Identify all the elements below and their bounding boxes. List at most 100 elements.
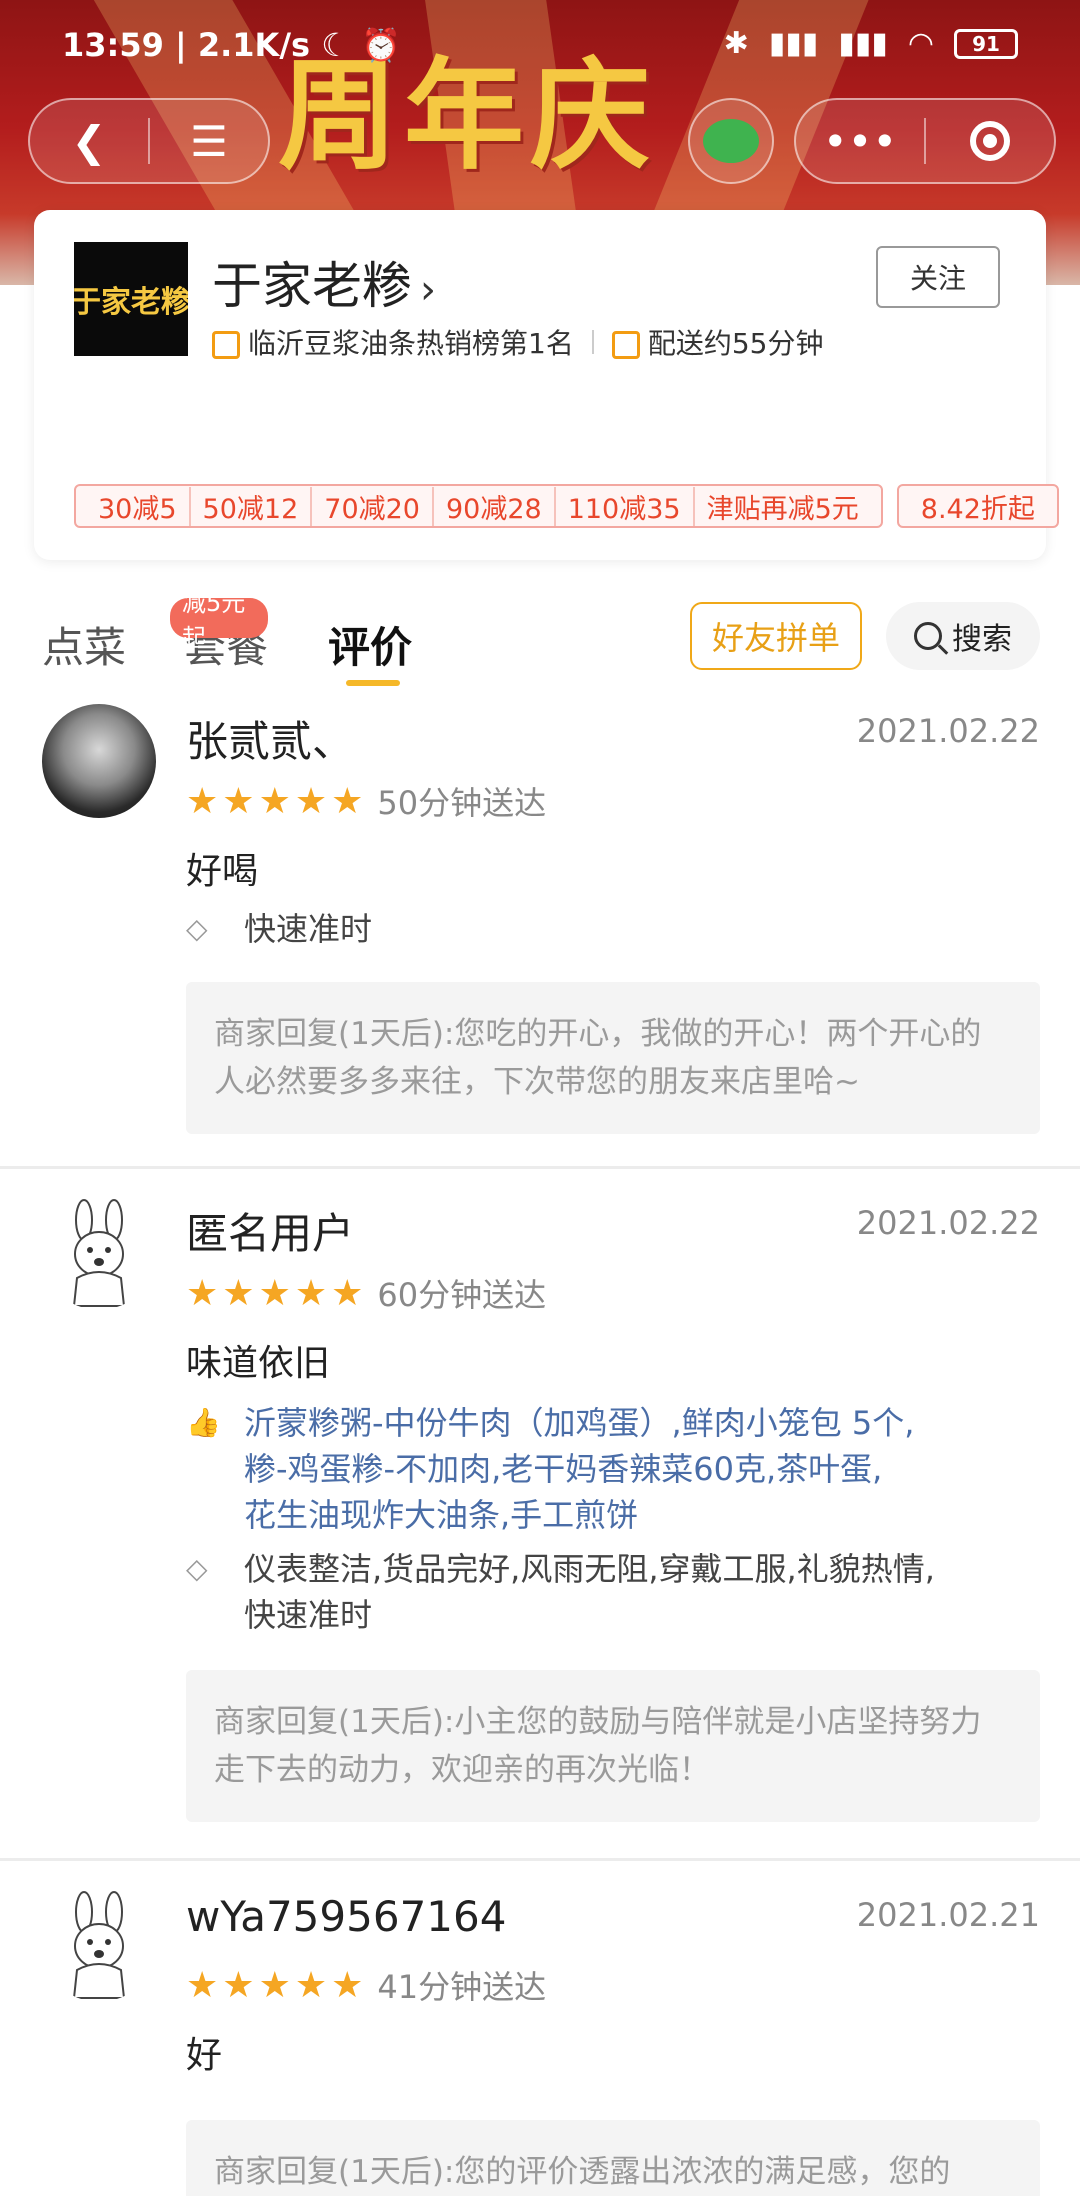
combo-discount-badge: 减5元起: [170, 589, 269, 652]
nav-capsule-left: ❮ ☰: [28, 98, 270, 184]
shop-name-link[interactable]: 于家老糁 ›: [212, 246, 436, 318]
star-icon: ★: [331, 1272, 364, 1314]
review-tags: ◇ 快速准时: [186, 906, 372, 952]
coupon-strip[interactable]: 30减5 50减12 70减20 90减28 110减35 津贴再减5元 8.4…: [74, 484, 1059, 528]
star-icon: ★: [222, 1964, 255, 2006]
star-icon: ★: [258, 1964, 291, 2006]
star-icon: ★: [186, 1964, 219, 2006]
search-button[interactable]: 搜索: [886, 602, 1040, 670]
coupon-item: 津贴再减5元: [706, 493, 859, 525]
rank-badge-icon: [212, 331, 240, 359]
review-username: wYa759567164: [186, 1892, 507, 1941]
coupon-item: 90减28: [434, 486, 556, 526]
search-icon: [914, 622, 942, 650]
battery-icon: 91: [954, 28, 1018, 59]
tag-icon: ◇: [186, 912, 208, 945]
close-miniapp-button[interactable]: [926, 100, 1054, 182]
kangaroo-avatar-icon: [72, 1199, 126, 1307]
divider: [0, 1858, 1080, 1861]
divider: [0, 1166, 1080, 1169]
tab-combo[interactable]: 套餐 减5元起: [170, 589, 269, 675]
avatar[interactable]: [42, 1888, 156, 2002]
target-icon: [969, 121, 1010, 161]
rating-stars: ★ ★ ★ ★ ★ 60分钟送达: [186, 1270, 546, 1316]
search-label: 搜索: [952, 622, 1012, 657]
review-date: 2021.02.22: [856, 1204, 1040, 1242]
status-time: 13:59 | 2.1K/s ☾ ⏰: [62, 26, 401, 64]
group-order-button[interactable]: 好友拼单: [690, 602, 862, 670]
rating-stars: ★ ★ ★ ★ ★ 50分钟送达: [186, 778, 546, 824]
more-button[interactable]: •••: [796, 100, 924, 182]
star-icon: ★: [186, 780, 219, 822]
clock-icon: [611, 331, 640, 359]
star-icon: ★: [258, 1272, 291, 1314]
shop-tabs: 点菜 套餐 减5元起 评价 好友拼单 搜索: [0, 589, 1080, 700]
ordered-dishes-text: 沂蒙糁粥-中份牛肉（加鸡蛋）,鲜肉小笼包 5个, 糁-鸡蛋糁-不加肉,老干妈香辣…: [244, 1404, 915, 1534]
back-arrow-icon: ❮: [71, 116, 107, 166]
delivery-time: 41分钟送达: [377, 1968, 547, 2006]
star-icon: ★: [222, 1272, 255, 1314]
review-username: 张贰贰、: [186, 717, 355, 766]
star-icon: ★: [294, 1272, 328, 1314]
coupon-item: 30减5: [86, 486, 191, 526]
review-tags-text: 快速准时: [244, 910, 373, 948]
tab-reviews[interactable]: 评价: [328, 614, 412, 675]
ordered-dishes: 👍 沂蒙糁粥-中份牛肉（加鸡蛋）,鲜肉小笼包 5个, 糁-鸡蛋糁-不加肉,老干妈…: [186, 1400, 914, 1538]
follow-button[interactable]: 关注: [876, 246, 1000, 308]
thumbs-up-icon: 👍: [186, 1406, 221, 1439]
review-date: 2021.02.22: [856, 712, 1040, 750]
chevron-right-icon: ›: [420, 267, 436, 313]
review-username: 匿名用户: [186, 1209, 355, 1258]
merchant-reply: 商家回复(1天后):您吃的开心，我做的开心！两个开心的人必然要多多来往，下次带您…: [186, 982, 1040, 1134]
tab-order[interactable]: 点菜: [42, 614, 126, 675]
status-bar: 13:59 | 2.1K/s ☾ ⏰ ✱ ▮▮▮ ▮▮▮ ◠ 91: [0, 0, 1080, 96]
status-icons: ✱ ▮▮▮ ▮▮▮ ◠ 91: [724, 26, 1018, 61]
star-icon: ★: [186, 1272, 219, 1314]
wechat-icon: [703, 119, 759, 163]
coupon-item: 70减20: [312, 486, 434, 526]
discount-group[interactable]: 8.42折起: [896, 484, 1059, 528]
avatar[interactable]: [42, 704, 156, 818]
signal-icon: ▮▮▮: [768, 26, 819, 61]
review-date: 2021.02.21: [856, 1896, 1040, 1934]
tab-active-indicator: [346, 680, 400, 686]
back-button[interactable]: ❮: [30, 100, 148, 182]
coupon-group[interactable]: 30减5 50减12 70减20 90减28 110减35 津贴再减5元: [74, 484, 883, 528]
star-icon: ★: [331, 1964, 364, 2006]
rating-stars: ★ ★ ★ ★ ★ 41分钟送达: [186, 1962, 546, 2008]
review-text: 味道依旧: [186, 1343, 331, 1384]
nav-capsule-right: •••: [794, 98, 1056, 184]
star-icon: ★: [331, 780, 364, 822]
tag-icon: ◇: [186, 1552, 208, 1585]
tag-divider: [591, 330, 594, 354]
rank-tag: 临沂豆浆油条热销榜第1名: [212, 322, 574, 362]
more-dots-icon: •••: [822, 116, 898, 166]
hamburger-icon: ☰: [190, 116, 228, 166]
review-text: 好: [186, 2035, 223, 2076]
review-item: 匿名用户 2021.02.22 ★ ★ ★ ★ ★ 60分钟送达 味道依旧 👍 沂蒙糁粥…: [0, 1196, 1080, 1822]
star-icon: ★: [294, 1964, 328, 2006]
review-item: 张贰贰、 2021.02.22 ★ ★ ★ ★ ★ 50分钟送达 好喝 ◇ 快速准时 商…: [0, 704, 1080, 1134]
review-tags: ◇ 仪表整洁,货品完好,风雨无阻,穿戴工服,礼貌热情, 快速准时: [186, 1546, 935, 1638]
wifi-icon: ◠: [907, 26, 934, 61]
coupon-item: 110减35: [556, 486, 695, 526]
star-icon: ★: [294, 780, 328, 822]
coupon-item: 50减12: [191, 486, 313, 526]
shop-name: 于家老糁: [212, 257, 412, 315]
merchant-reply: 商家回复(1天后):您的评价透露出浓浓的满足感，您的: [186, 2120, 1040, 2196]
wechat-share-button[interactable]: [688, 98, 774, 184]
review-text: 好喝: [186, 851, 259, 892]
delivery-time: 60分钟送达: [377, 1276, 547, 1314]
shop-tags: 临沂豆浆油条热销榜第1名 配送约55分钟: [212, 322, 823, 362]
bluetooth-icon: ✱: [723, 26, 749, 61]
kangaroo-avatar-icon: [72, 1891, 126, 1999]
shop-logo[interactable]: 于家老糁: [74, 242, 188, 356]
menu-button[interactable]: ☰: [150, 100, 268, 182]
merchant-reply: 商家回复(1天后):小主您的鼓励与陪伴就是小店坚持努力走下去的动力，欢迎亲的再次…: [186, 1670, 1040, 1822]
avatar[interactable]: [42, 1196, 156, 1310]
review-item: wYa759567164 2021.02.21 ★ ★ ★ ★ ★ 41分钟送达 好 商…: [0, 1888, 1080, 2196]
review-tags-text: 仪表整洁,货品完好,风雨无阻,穿戴工服,礼貌热情, 快速准时: [244, 1550, 935, 1634]
delivery-tag: 配送约55分钟: [611, 322, 823, 362]
discount-item: 8.42折起: [920, 493, 1035, 525]
shop-card: 于家老糁 于家老糁 › 关注 临沂豆浆油条热销榜第1名 配送约55分钟 30减5 …: [34, 210, 1059, 560]
